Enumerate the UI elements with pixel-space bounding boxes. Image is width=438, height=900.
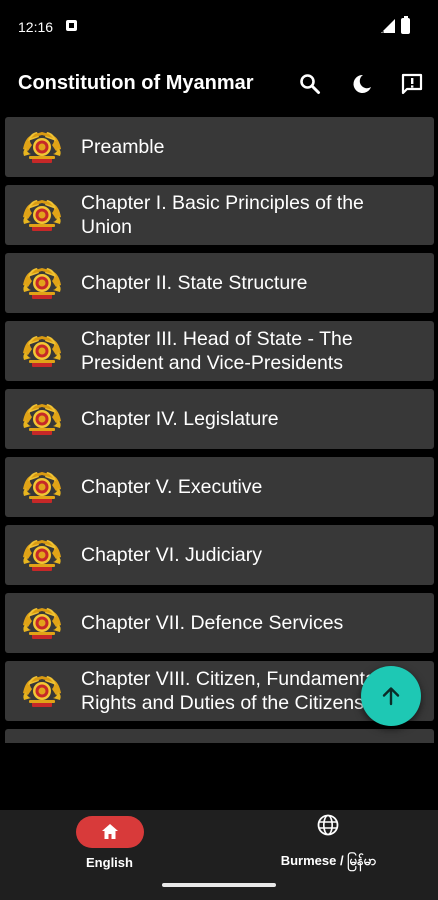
status-indicators xyxy=(381,16,410,34)
state-emblem-icon xyxy=(21,129,63,165)
chapter-item-5[interactable]: Chapter V. Executive xyxy=(5,457,434,517)
chapter-list[interactable]: Preamble Chapter I. Basic Principles of … xyxy=(5,117,434,744)
chapter-label: Chapter I. Basic Principles of the Union xyxy=(81,192,364,238)
globe-icon xyxy=(317,814,339,836)
arrow-up-icon xyxy=(382,687,400,706)
nav-label: English xyxy=(86,855,133,870)
app-title: Constitution of Myanmar xyxy=(18,72,254,94)
chapter-label: Chapter V. Executive xyxy=(81,476,263,498)
scroll-to-top-button[interactable] xyxy=(361,666,421,726)
chapter-label: Chapter VIII. Citizen, Fundamental Right… xyxy=(81,668,381,714)
state-emblem-icon xyxy=(21,605,63,641)
chapter-label: Chapter VI. Judiciary xyxy=(81,544,262,566)
chapter-item-4[interactable]: Chapter IV. Legislature xyxy=(5,389,434,449)
state-emblem-icon xyxy=(21,673,63,709)
status-bar: 12:16 xyxy=(0,0,438,56)
state-emblem-icon xyxy=(21,265,63,301)
chapter-item-1[interactable]: Chapter I. Basic Principles of the Union xyxy=(5,185,434,245)
nav-indicator xyxy=(76,816,144,848)
nav-item-burmese[interactable]: Burmese / မြန်မာ xyxy=(219,810,438,880)
chapter-item-partial[interactable] xyxy=(5,729,434,743)
chapter-label: Preamble xyxy=(81,136,165,158)
battery-icon xyxy=(401,16,410,34)
home-icon xyxy=(102,824,118,839)
chapter-item-2[interactable]: Chapter II. State Structure xyxy=(5,253,434,313)
chapter-item-7[interactable]: Chapter VII. Defence Services xyxy=(5,593,434,653)
cell-signal-icon xyxy=(381,19,395,33)
search-icon[interactable] xyxy=(296,70,324,98)
state-emblem-icon xyxy=(21,469,63,505)
chapter-item-6[interactable]: Chapter VI. Judiciary xyxy=(5,525,434,585)
chapter-item-preamble[interactable]: Preamble xyxy=(5,117,434,177)
status-time: 12:16 xyxy=(18,19,54,35)
state-emblem-icon xyxy=(21,401,63,437)
state-emblem-icon xyxy=(21,537,63,573)
state-emblem-icon xyxy=(21,197,63,233)
sim-card-icon xyxy=(66,20,77,31)
feedback-icon[interactable] xyxy=(398,70,426,98)
bottom-navigation: English Burmese / မြန်မာ xyxy=(0,810,438,900)
gesture-handle xyxy=(162,883,276,887)
state-emblem-icon xyxy=(21,333,63,369)
nav-item-english[interactable]: English xyxy=(0,810,219,880)
chapter-item-3[interactable]: Chapter III. Head of State - The Preside… xyxy=(5,321,434,381)
app-bar: Constitution of Myanmar xyxy=(0,56,438,112)
chapter-label: Chapter VII. Defence Services xyxy=(81,612,344,634)
dark-mode-icon[interactable] xyxy=(348,70,376,98)
chapter-label: Chapter II. State Structure xyxy=(81,272,308,294)
chapter-label: Chapter IV. Legislature xyxy=(81,408,279,430)
nav-label: Burmese / မြန်မာ xyxy=(280,853,377,868)
chapter-label: Chapter III. Head of State - The Preside… xyxy=(81,328,353,374)
